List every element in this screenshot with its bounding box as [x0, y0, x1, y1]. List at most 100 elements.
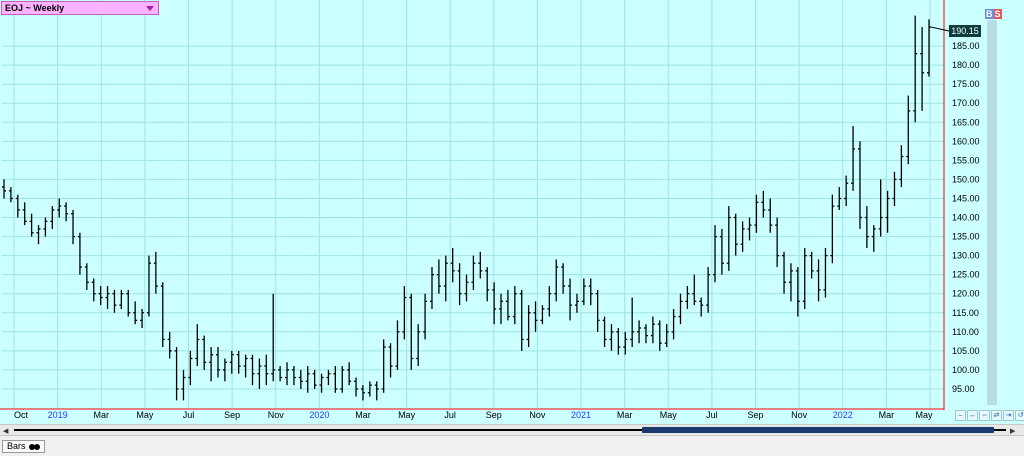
ohlc-bar [326, 369, 331, 386]
ohlc-bar [471, 255, 476, 290]
x-tick-label: May [398, 410, 416, 420]
ohlc-bar [519, 289, 524, 351]
ohlc-bar [285, 362, 290, 386]
ohlc-bar [864, 206, 869, 248]
ohlc-bar [209, 347, 214, 382]
y-tick-label: 100.00 [952, 365, 980, 375]
ohlc-bar [657, 320, 662, 351]
scroll-thumb[interactable] [642, 427, 994, 433]
y-tick-label: 105.00 [952, 346, 980, 356]
ohlc-bar [291, 366, 296, 386]
x-tick-label: 2021 [571, 410, 591, 420]
y-tick-label: 160.00 [952, 136, 980, 146]
x-tick-label: May [660, 410, 678, 420]
ohlc-bar [802, 248, 807, 309]
x-tick-label: Mar [93, 410, 109, 420]
ohlc-bar [381, 339, 386, 393]
ohlc-bar [195, 324, 200, 367]
ohlc-bar [499, 293, 504, 325]
ohlc-bar [271, 293, 276, 382]
ohlc-bar [388, 343, 393, 378]
scroll-left-icon[interactable]: ◀ [3, 427, 8, 435]
ohlc-bar [768, 198, 773, 233]
fit-icon[interactable]: ↔ [967, 410, 978, 421]
ohlc-bar [153, 251, 158, 294]
buy-sell-badge[interactable]: BS [985, 9, 1002, 19]
ohlc-bar [913, 15, 918, 123]
chart-navigation: – ↔ ⇔ ⇄ ⇥ ↺ [955, 410, 1024, 422]
x-tick-label: 2022 [833, 410, 853, 420]
ohlc-bar [630, 297, 635, 348]
x-tick-label: Mar [617, 410, 633, 420]
ohlc-bar [713, 225, 718, 283]
ohlc-bar [374, 381, 379, 401]
scroll-right-icon[interactable]: ▶ [1010, 427, 1015, 435]
ohlc-bar [899, 145, 904, 188]
ohlc-bar [857, 141, 862, 229]
compress-icon[interactable]: ⇄ [991, 410, 1002, 421]
zoom-out-icon[interactable]: – [955, 410, 966, 421]
scroll-end-icon[interactable]: ⇥ [1003, 410, 1014, 421]
ohlc-bar [844, 175, 849, 207]
ohlc-bar [64, 202, 69, 222]
ohlc-bar [892, 171, 897, 207]
ohlc-bar [505, 289, 510, 321]
ohlc-bar [685, 286, 690, 309]
bars-tab[interactable]: Bars [2, 440, 45, 453]
y-tick-label: 110.00 [952, 327, 979, 337]
reset-icon[interactable]: ↺ [1015, 410, 1024, 421]
ohlc-bar [36, 225, 41, 245]
ohlc-bar [595, 289, 600, 332]
x-tick-label: Sep [748, 410, 764, 420]
ohlc-bar [561, 263, 566, 294]
x-tick-label: 2019 [48, 410, 68, 420]
symbol-title: EOJ ~ Weekly [5, 3, 65, 13]
sell-badge[interactable]: S [993, 9, 1002, 19]
ohlc-bar [485, 267, 490, 302]
y-tick-label: 185.00 [952, 41, 980, 51]
x-tick-label: 2020 [309, 410, 329, 420]
time-scrollbar[interactable]: ◀ ▶ [0, 424, 1024, 436]
price-chart[interactable]: 95.00 100.00 105.00 110.00 115.00 120.00 125.0… [0, 0, 1024, 424]
chart-area[interactable]: 95.00 100.00 105.00 110.00 115.00 120.00 125.0… [0, 0, 1024, 424]
ohlc-bar [181, 369, 186, 401]
ohlc-bar [650, 316, 655, 344]
ohlc-bar [788, 263, 793, 302]
ohlc-bar [547, 286, 552, 317]
ohlc-bar [878, 179, 883, 237]
x-tick-label: Sep [224, 410, 240, 420]
ohlc-bar [354, 377, 359, 397]
ohlc-bar [464, 274, 469, 302]
x-tick-label: May [136, 410, 154, 420]
ohlc-bar [22, 202, 27, 226]
dropdown-arrow-icon[interactable] [146, 6, 154, 11]
price-scale-scrollbar[interactable] [987, 20, 997, 405]
x-tick-label: Jul [183, 410, 195, 420]
ohlc-bar [71, 209, 76, 245]
ohlc-bar [160, 282, 165, 348]
ohlc-bar [699, 297, 704, 317]
y-tick-label: 130.00 [952, 251, 980, 261]
expand-icon[interactable]: ⇔ [979, 410, 990, 421]
ohlc-bar [84, 263, 89, 290]
ohlc-bar [761, 190, 766, 218]
y-tick-label: 145.00 [952, 193, 980, 203]
ohlc-bar [360, 385, 365, 401]
buy-badge[interactable]: B [985, 9, 994, 19]
ohlc-bar [512, 286, 517, 325]
x-tick-label: Jul [706, 410, 718, 420]
ohlc-bar [257, 358, 262, 389]
x-tick-label: Mar [355, 410, 371, 420]
x-tick-label: Nov [791, 410, 808, 420]
ohlc-bar [243, 354, 248, 378]
ohlc-bar [174, 347, 179, 401]
y-tick-label: 150.00 [952, 174, 980, 184]
ohlc-bar [492, 282, 497, 325]
ohlc-bar [429, 267, 434, 309]
symbol-selector[interactable]: EOJ ~ Weekly [1, 1, 159, 15]
status-bar: Bars [0, 437, 1024, 456]
ohlc-bar [43, 217, 48, 237]
last-price-pointer [930, 26, 950, 32]
ohlc-bar [319, 373, 324, 393]
y-tick-label: 165.00 [952, 117, 980, 127]
